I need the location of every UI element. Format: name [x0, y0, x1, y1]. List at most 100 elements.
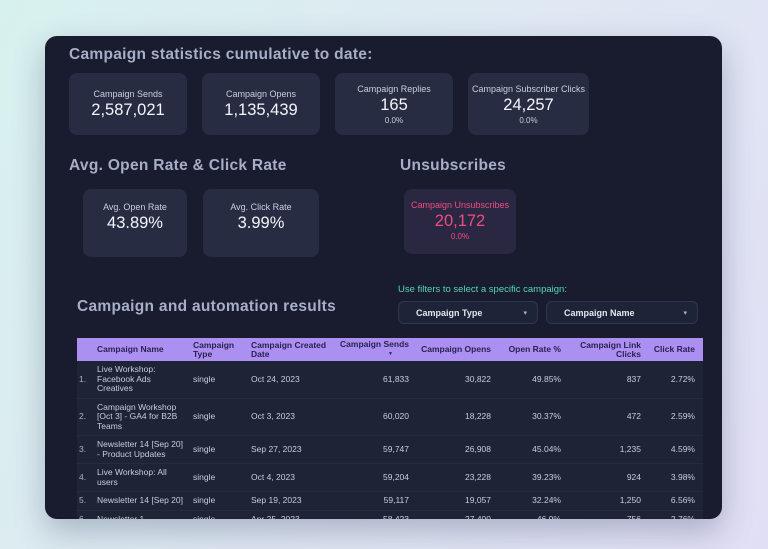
table-cell-created: Sep 27, 2023: [239, 441, 333, 459]
table-header-created-date[interactable]: Campaign Created Date: [239, 341, 333, 359]
table-cell-type: single: [193, 511, 239, 520]
table-cell-name: Newsletter 14 [Sep 20]: [97, 492, 193, 510]
table-cell-num: 4.: [77, 469, 97, 487]
table-cell-open_rate: 39.23%: [501, 469, 571, 487]
stat-label: Campaign Subscriber Clicks: [472, 84, 585, 94]
table-cell-open_rate: 46.9%: [501, 511, 571, 520]
campaign-results-table: Campaign Name Campaign Type Campaign Cre…: [77, 338, 703, 519]
stat-card-subscriber-clicks: Campaign Subscriber Clicks 24,257 0.0%: [468, 73, 589, 135]
table-cell-opens: 26,908: [419, 441, 501, 459]
table-row[interactable]: 1.Live Workshop: Facebook Ads Creativess…: [77, 361, 703, 399]
dropdown-label: Campaign Name: [564, 308, 635, 318]
table-header-campaign-opens[interactable]: Campaign Opens: [419, 345, 501, 354]
table-cell-link_clicks: 1,235: [571, 441, 651, 459]
table-header-link-clicks[interactable]: Campaign Link Clicks: [571, 341, 651, 359]
table-cell-click_rate: 4.59%: [651, 441, 703, 459]
table-cell-open_rate: 30.37%: [501, 408, 571, 426]
table-header-campaign-name[interactable]: Campaign Name: [97, 345, 193, 354]
table-cell-link_clicks: 1,250: [571, 492, 651, 510]
stat-card-avg-open-rate: Avg. Open Rate 43.89%: [83, 189, 187, 257]
table-cell-sends: 61,833: [333, 371, 419, 389]
table-row[interactable]: 3.Newsletter 14 [Sep 20] - Product Updat…: [77, 436, 703, 464]
table-cell-num: 3.: [77, 441, 97, 459]
table-cell-link_clicks: 837: [571, 371, 651, 389]
stat-card-campaign-replies: Campaign Replies 165 0.0%: [335, 73, 453, 135]
table-cell-click_rate: 3.98%: [651, 469, 703, 487]
table-row[interactable]: 5.Newsletter 14 [Sep 20]singleSep 19, 20…: [77, 492, 703, 511]
stat-sub-percent: 0.0%: [519, 116, 537, 125]
stat-sub-percent: 0.0%: [385, 116, 403, 125]
table-cell-link_clicks: 924: [571, 469, 651, 487]
table-header-label: Campaign Sends: [340, 340, 409, 349]
stat-card-avg-click-rate: Avg. Click Rate 3.99%: [203, 189, 319, 257]
stat-value: 2,587,021: [91, 101, 164, 120]
stat-value: 24,257: [503, 96, 553, 115]
stat-value: 43.89%: [107, 214, 163, 233]
table-cell-created: Oct 4, 2023: [239, 469, 333, 487]
table-cell-open_rate: 49.85%: [501, 371, 571, 389]
stat-value: 20,172: [435, 212, 485, 231]
table-cell-open_rate: 32.24%: [501, 492, 571, 510]
dashboard-card: Campaign statistics cumulative to date: …: [45, 36, 722, 519]
table-body: 1.Live Workshop: Facebook Ads Creativess…: [77, 361, 703, 519]
table-cell-num: 2.: [77, 408, 97, 426]
table-cell-opens: 23,228: [419, 469, 501, 487]
campaign-type-dropdown[interactable]: Campaign Type ▾: [398, 301, 538, 324]
table-cell-created: Oct 3, 2023: [239, 408, 333, 426]
table-row[interactable]: 4.Live Workshop: All userssingleOct 4, 2…: [77, 464, 703, 492]
table-header-row[interactable]: Campaign Name Campaign Type Campaign Cre…: [77, 338, 703, 361]
results-section-title: Campaign and automation results: [77, 292, 398, 316]
table-cell-click_rate: 6.56%: [651, 492, 703, 510]
table-cell-sends: 59,117: [333, 492, 419, 510]
stat-label: Campaign Sends: [93, 89, 162, 99]
table-cell-opens: 30,822: [419, 371, 501, 389]
table-cell-type: single: [193, 469, 239, 487]
dropdown-label: Campaign Type: [416, 308, 482, 318]
stat-sub-percent: 0.0%: [451, 232, 469, 241]
table-header-open-rate[interactable]: Open Rate %: [501, 345, 571, 354]
stat-label: Avg. Click Rate: [230, 202, 291, 212]
table-header-campaign-sends[interactable]: Campaign Sends ▼: [333, 340, 419, 359]
table-cell-opens: 19,057: [419, 492, 501, 510]
table-header-campaign-type[interactable]: Campaign Type: [193, 341, 239, 359]
stat-value: 1,135,439: [224, 101, 297, 120]
table-cell-name: Newsletter 1: [97, 511, 193, 520]
table-cell-name: Live Workshop: Facebook Ads Creatives: [97, 361, 193, 398]
table-cell-click_rate: 2.76%: [651, 511, 703, 520]
table-cell-open_rate: 45.04%: [501, 441, 571, 459]
filter-hint-text: Use filters to select a specific campaig…: [398, 284, 698, 295]
stat-card-campaign-sends: Campaign Sends 2,587,021: [69, 73, 187, 135]
table-cell-num: 5.: [77, 492, 97, 510]
table-cell-name: Campaign Workshop [Oct 3] - GA4 for B2B …: [97, 399, 193, 436]
table-cell-num: 6.: [77, 511, 97, 520]
sort-desc-icon: ▼: [388, 350, 393, 359]
table-cell-sends: 59,204: [333, 469, 419, 487]
stats-section-title: Campaign statistics cumulative to date:: [69, 46, 698, 64]
stat-label: Campaign Unsubscribes: [411, 200, 509, 210]
stat-value: 165: [380, 96, 408, 115]
table-cell-type: single: [193, 371, 239, 389]
stats-card-row: Campaign Sends 2,587,021 Campaign Opens …: [69, 73, 698, 135]
stat-card-campaign-unsubscribes: Campaign Unsubscribes 20,172 0.0%: [404, 189, 516, 254]
rates-section-title: Avg. Open Rate & Click Rate: [69, 157, 400, 175]
table-cell-created: Sep 19, 2023: [239, 492, 333, 510]
table-cell-sends: 58,423: [333, 511, 419, 520]
table-cell-type: single: [193, 441, 239, 459]
table-cell-type: single: [193, 408, 239, 426]
stat-value: 3.99%: [238, 214, 285, 233]
table-row[interactable]: 2.Campaign Workshop [Oct 3] - GA4 for B2…: [77, 399, 703, 437]
table-cell-click_rate: 2.72%: [651, 371, 703, 389]
table-cell-created: Apr 25, 2023: [239, 511, 333, 520]
table-cell-sends: 60,020: [333, 408, 419, 426]
table-row[interactable]: 6.Newsletter 1singleApr 25, 202358,42327…: [77, 511, 703, 520]
stat-label: Campaign Replies: [357, 84, 431, 94]
table-cell-num: 1.: [77, 371, 97, 389]
table-header-click-rate[interactable]: Click Rate: [651, 345, 703, 354]
campaign-name-dropdown[interactable]: Campaign Name ▾: [546, 301, 698, 324]
table-cell-name: Live Workshop: All users: [97, 464, 193, 491]
chevron-down-icon: ▾: [523, 309, 527, 317]
table-cell-sends: 59,747: [333, 441, 419, 459]
chevron-down-icon: ▾: [683, 309, 687, 317]
table-cell-link_clicks: 756: [571, 511, 651, 520]
table-cell-name: Newsletter 14 [Sep 20] - Product Updates: [97, 436, 193, 463]
